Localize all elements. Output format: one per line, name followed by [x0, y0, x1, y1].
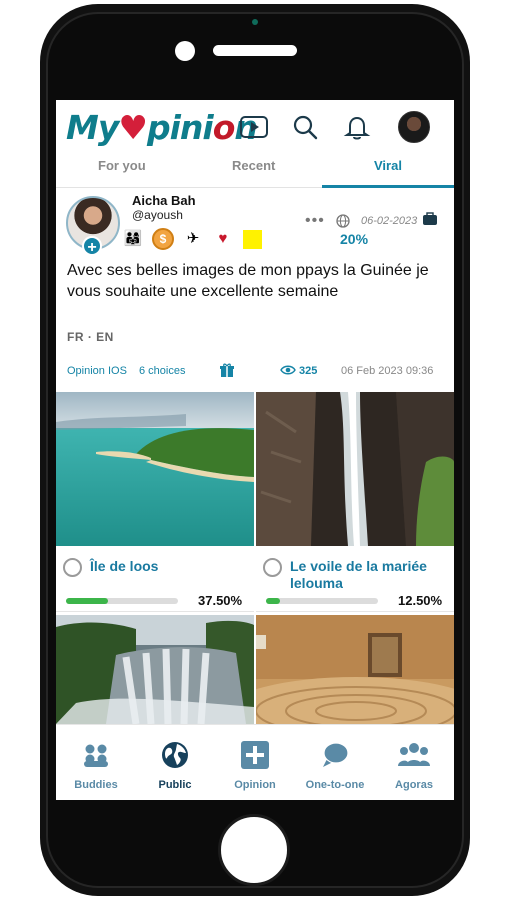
globe-icon	[162, 742, 188, 768]
team-badge-icon: 👨‍👩‍👧	[123, 230, 143, 247]
profile-avatar[interactable]	[398, 111, 430, 143]
choice-image-ile-de-loos[interactable]	[56, 392, 254, 546]
badge-percent: 20%	[340, 231, 369, 247]
nav-label: One-to-one	[305, 779, 365, 791]
choice-radio[interactable]	[63, 558, 82, 577]
nav-label: Opinion	[234, 779, 276, 791]
bell-icon[interactable]	[342, 112, 372, 142]
choice-label[interactable]: Île de loos	[90, 558, 250, 575]
gift-icon[interactable]	[219, 362, 235, 378]
buddies-icon	[84, 744, 108, 767]
post-languages[interactable]: FR · EN	[67, 330, 114, 344]
home-button[interactable]	[218, 814, 290, 886]
tab-recent[interactable]: Recent	[232, 158, 275, 173]
airplane-badge-icon: ✈	[186, 230, 200, 247]
tab-viral[interactable]: Viral	[374, 158, 402, 173]
app-logo[interactable]: My♥pinion	[66, 108, 258, 147]
choice-card[interactable]: Le voile de la mariée lelouma 12.50%	[256, 392, 454, 612]
feed-tabs: For you Recent Viral	[56, 152, 454, 188]
choice-card[interactable]	[256, 615, 454, 724]
earpiece-speaker	[213, 45, 297, 56]
post-datetime: 06 Feb 2023 09:36	[341, 365, 434, 377]
more-options-icon[interactable]: •••	[305, 212, 325, 230]
author-name[interactable]: Aicha Bah	[132, 193, 196, 208]
nav-one-to-one[interactable]: One-to-one	[295, 725, 375, 800]
chat-bubbles-icon	[323, 742, 349, 767]
video-play-icon[interactable]	[239, 112, 269, 142]
nav-label: Public	[158, 779, 192, 791]
vote-percent: 37.50%	[198, 593, 243, 608]
app-screen: My♥pinion For you Recent Viral + Aicha B…	[56, 100, 454, 800]
active-tab-indicator	[322, 185, 454, 188]
choice-image-waterfall[interactable]	[56, 615, 254, 724]
follow-plus-icon[interactable]: +	[82, 236, 102, 256]
choice-image-hut-interior[interactable]	[256, 615, 454, 724]
choice-label[interactable]: Le voile de la mariée lelouma	[290, 558, 430, 592]
nav-label: Agoras	[395, 779, 433, 791]
app-header: My♥pinion	[56, 100, 454, 152]
nav-agoras[interactable]: Agoras	[374, 725, 454, 800]
choices-count[interactable]: 6 choices	[139, 365, 185, 377]
vote-percent: 12.50%	[398, 593, 443, 608]
globe-icon	[336, 214, 350, 228]
vote-progress-fill	[266, 598, 280, 604]
choice-image-voile-de-la-mariee[interactable]	[256, 392, 454, 546]
nav-public[interactable]: Public	[135, 725, 215, 800]
author-handle: @ayoush	[132, 208, 183, 222]
group-icon	[398, 743, 430, 766]
post-date: 06-02-2023	[361, 215, 418, 227]
post-meta: Opinion IOS 6 choices 325 06 Feb 2023 09…	[56, 360, 454, 384]
view-count: 325	[299, 365, 318, 377]
post-text: Avec ses belles images de mon ppays la G…	[67, 262, 429, 300]
eye-icon	[280, 365, 296, 375]
front-camera	[175, 41, 195, 61]
nav-label: Buddies	[74, 779, 118, 791]
coin-badge-icon: $	[152, 228, 174, 250]
vote-progress-fill	[66, 598, 108, 604]
bottom-navigation: Buddies Public Opinion One-to-one Agoras	[56, 724, 454, 800]
proximity-sensor	[252, 19, 258, 25]
nav-opinion[interactable]: Opinion	[215, 725, 295, 800]
vote-progress-bar	[66, 598, 178, 604]
briefcase-icon[interactable]	[422, 212, 438, 226]
choice-radio[interactable]	[263, 558, 282, 577]
heart-badge-icon: ♥	[218, 230, 228, 247]
choice-card[interactable]: Île de loos 37.50%	[56, 392, 254, 612]
yellow-badge-icon	[243, 230, 262, 249]
post-source[interactable]: Opinion IOS	[67, 365, 127, 377]
choice-card[interactable]	[56, 615, 254, 724]
tab-for-you[interactable]: For you	[98, 158, 146, 173]
nav-buddies[interactable]: Buddies	[56, 725, 136, 800]
plus-square-icon	[241, 741, 269, 769]
search-icon[interactable]	[290, 112, 320, 142]
vote-progress-bar	[266, 598, 378, 604]
